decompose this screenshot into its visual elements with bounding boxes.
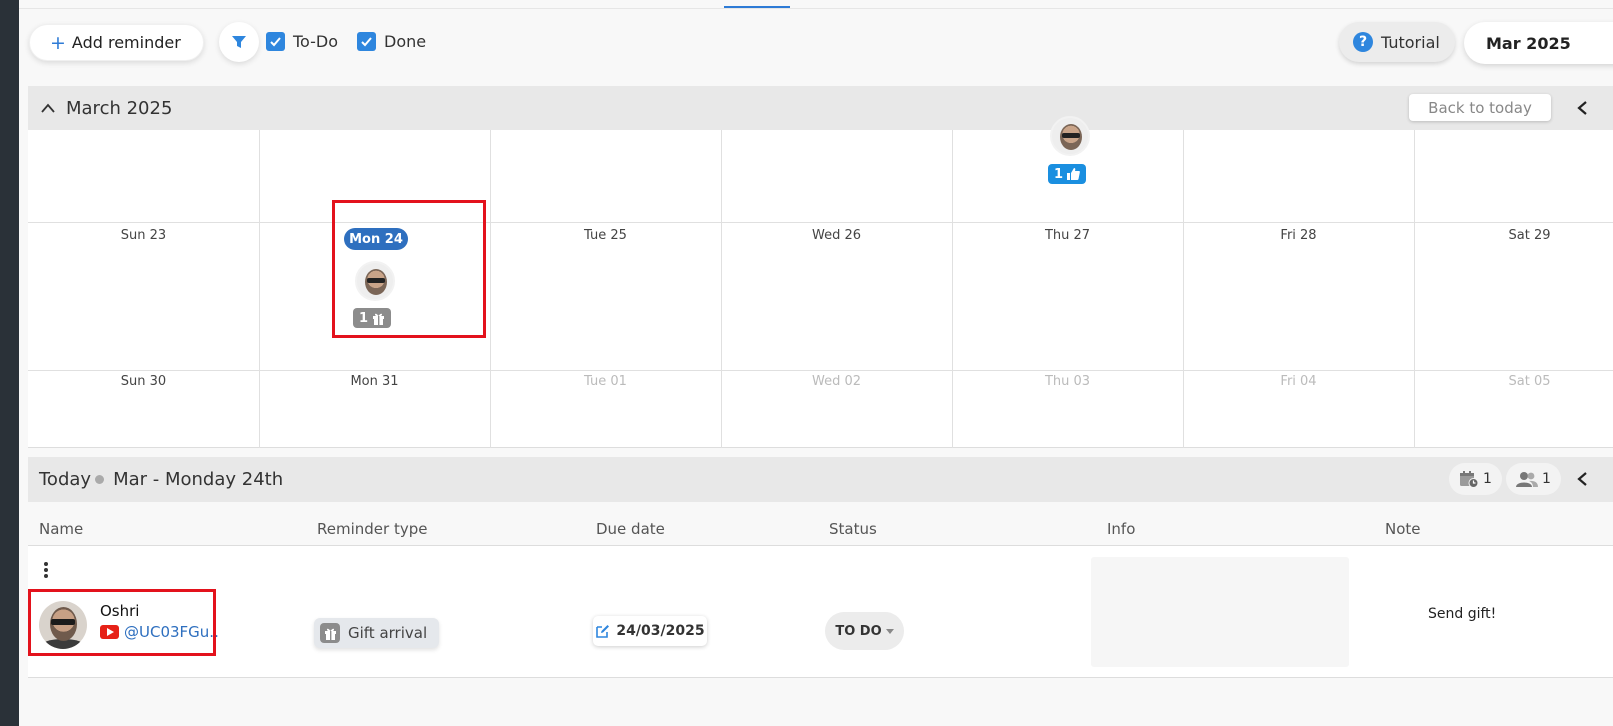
like-count: 1 <box>1054 166 1064 182</box>
filter-icon <box>232 36 246 48</box>
day-fri-28[interactable]: Fri 28 <box>1183 228 1414 243</box>
day-tue-01[interactable]: Tue 01 <box>490 374 721 389</box>
edit-icon <box>596 624 610 638</box>
calendar-clock-icon <box>1460 471 1479 488</box>
events-count-pill[interactable]: 1 <box>1449 463 1502 495</box>
reminder-type-label: Gift arrival <box>348 624 428 642</box>
chevron-left-icon[interactable] <box>1576 98 1592 118</box>
top-divider <box>19 8 1613 9</box>
day-mon-31[interactable]: Mon 31 <box>259 374 490 389</box>
people-count-pill[interactable]: 1 <box>1506 463 1561 495</box>
thumbs-up-icon <box>1067 168 1080 180</box>
todo-checkbox[interactable]: To-Do <box>266 32 338 51</box>
table-header: Name Reminder type Due date Status Info … <box>28 502 1613 546</box>
note-text[interactable]: Send gift! <box>1428 606 1496 622</box>
check-icon <box>357 32 376 51</box>
calendar-title: March 2025 <box>66 97 173 119</box>
reminders-table: Name Reminder type Due date Status Info … <box>28 502 1613 678</box>
tutorial-label: Tutorial <box>1381 32 1440 52</box>
due-date-value: 24/03/2025 <box>616 623 705 639</box>
day-sun-23[interactable]: Sun 23 <box>28 228 259 243</box>
day-sat-29[interactable]: Sat 29 <box>1414 228 1613 243</box>
day-wed-02[interactable]: Wed 02 <box>721 374 952 389</box>
due-date-button[interactable]: 24/03/2025 <box>593 616 707 646</box>
person-highlight <box>28 589 216 656</box>
chevron-up-icon[interactable] <box>40 100 56 116</box>
active-tab-indicator <box>724 6 790 8</box>
more-options-icon[interactable] <box>42 562 50 578</box>
column-header-name[interactable]: Name <box>39 520 83 538</box>
toolbar: + Add reminder To-Do Done ? Tutorial Mar… <box>19 14 1613 72</box>
column-header-note[interactable]: Note <box>1385 520 1421 538</box>
events-count: 1 <box>1483 471 1492 487</box>
status-value: TO DO <box>835 623 882 639</box>
column-header-info[interactable]: Info <box>1107 520 1135 538</box>
add-reminder-button[interactable]: + Add reminder <box>29 24 204 61</box>
day-thu-27[interactable]: Thu 27 <box>952 228 1183 243</box>
selected-day-highlight <box>332 200 486 338</box>
column-header-due-date[interactable]: Due date <box>596 520 665 538</box>
avatar[interactable] <box>1050 116 1090 156</box>
status-dropdown[interactable]: TO DO <box>825 612 904 650</box>
app-sidebar-strip <box>0 0 19 726</box>
gift-icon <box>320 623 340 643</box>
chevron-left-icon[interactable] <box>1576 469 1592 489</box>
today-label: Today <box>39 469 92 490</box>
caret-down-icon <box>885 628 894 634</box>
filter-button[interactable] <box>219 22 259 62</box>
column-header-status[interactable]: Status <box>829 520 877 538</box>
back-to-today-button[interactable]: Back to today <box>1409 94 1551 121</box>
month-selector[interactable]: Mar 2025 <box>1464 22 1613 64</box>
column-header-reminder-type[interactable]: Reminder type <box>317 520 427 538</box>
todo-label: To-Do <box>293 32 339 51</box>
day-thu-03[interactable]: Thu 03 <box>952 374 1183 389</box>
add-reminder-label: Add reminder <box>71 33 181 52</box>
tutorial-button[interactable]: ? Tutorial <box>1339 22 1455 62</box>
calendar-header: March 2025 Back to today <box>28 86 1613 130</box>
check-icon <box>266 32 285 51</box>
info-cell <box>1091 557 1349 667</box>
day-sat-05[interactable]: Sat 05 <box>1414 374 1613 389</box>
today-date: Mar - Monday 24th <box>113 469 284 490</box>
separator-dot <box>95 475 105 484</box>
day-fri-04[interactable]: Fri 04 <box>1183 374 1414 389</box>
today-header: Today Mar - Monday 24th 1 1 <box>28 457 1613 502</box>
done-label: Done <box>384 32 427 51</box>
day-sun-30[interactable]: Sun 30 <box>28 374 259 389</box>
plus-icon: + <box>50 31 66 54</box>
month-value: Mar 2025 <box>1486 33 1571 53</box>
help-icon: ? <box>1353 32 1373 52</box>
calendar-grid: 1 Sun 23 Mon 24 Tue 25 Wed 26 Thu 27 Fri… <box>28 116 1613 448</box>
day-wed-26[interactable]: Wed 26 <box>721 228 952 243</box>
table-row: Oshri @UC03FGu... Gift arrival 24/03/202… <box>28 546 1613 678</box>
reminder-type-pill: Gift arrival <box>314 618 440 648</box>
people-count: 1 <box>1542 471 1551 487</box>
users-icon <box>1516 472 1538 487</box>
like-badge[interactable]: 1 <box>1048 164 1087 184</box>
day-tue-25[interactable]: Tue 25 <box>490 228 721 243</box>
done-checkbox[interactable]: Done <box>357 32 426 51</box>
